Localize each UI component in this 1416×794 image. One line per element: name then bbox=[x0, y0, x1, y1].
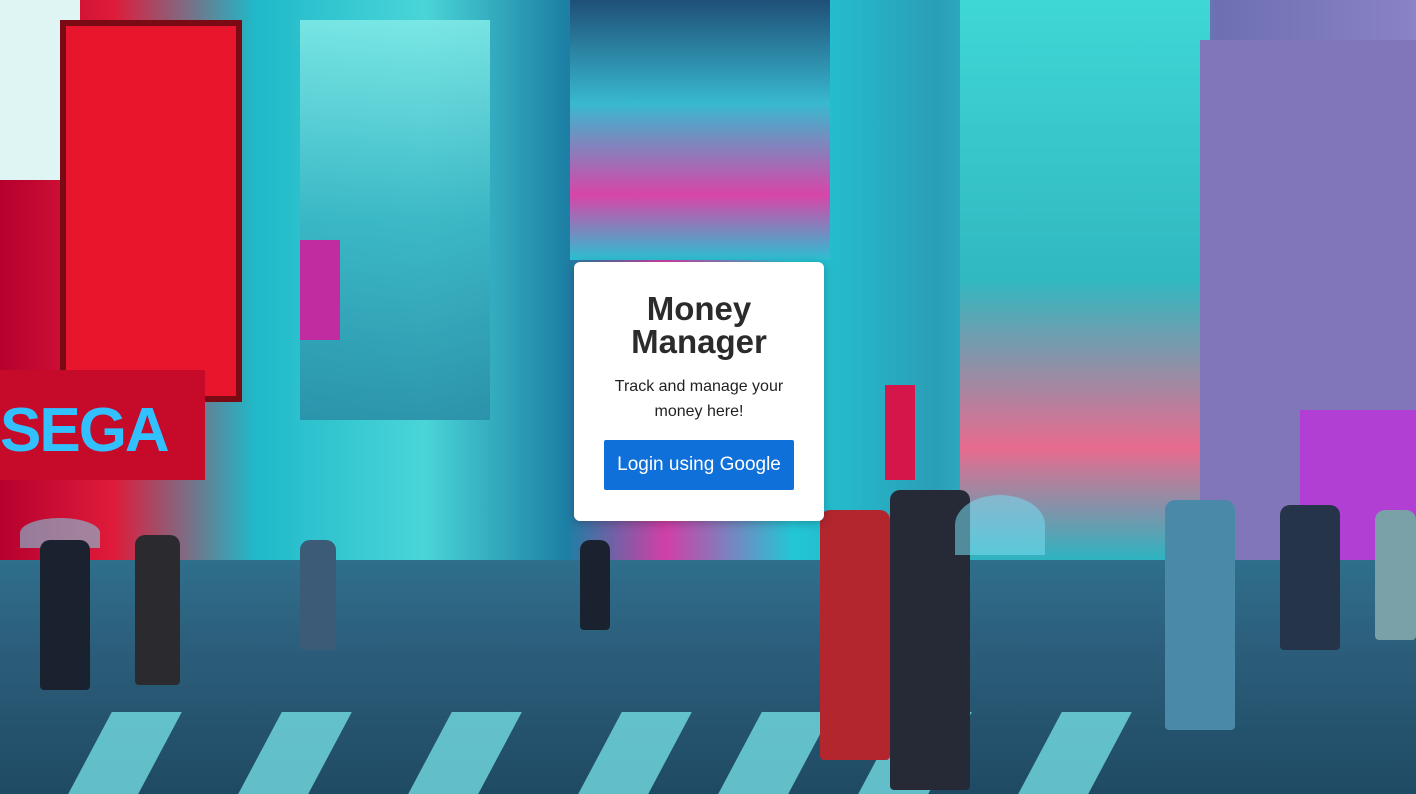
app-title: Money Manager bbox=[631, 290, 767, 360]
red-building-facade bbox=[60, 20, 242, 402]
pedestrian bbox=[135, 535, 180, 685]
sega-sign: SEGA bbox=[0, 396, 170, 465]
distant-buildings bbox=[570, 0, 830, 260]
pedestrian bbox=[300, 540, 336, 650]
pedestrian bbox=[1165, 500, 1235, 730]
pedestrian bbox=[40, 540, 90, 690]
app-subtitle: Track and manage your money here! bbox=[614, 378, 784, 420]
pedestrian bbox=[1280, 505, 1340, 650]
google-login-button[interactable]: Login using Google bbox=[604, 440, 794, 490]
red-vertical-sign bbox=[885, 385, 915, 480]
pedestrian bbox=[820, 510, 890, 760]
glass-building bbox=[300, 20, 490, 420]
login-page: SEGA Money Manager Track and manage your… bbox=[0, 0, 1416, 794]
umbrella bbox=[955, 495, 1045, 555]
pedestrian bbox=[1375, 510, 1416, 640]
pedestrian bbox=[580, 540, 610, 630]
right-glass-building bbox=[960, 0, 1210, 560]
login-card: Money Manager Track and manage your mone… bbox=[574, 262, 824, 521]
magenta-sign bbox=[300, 240, 340, 340]
